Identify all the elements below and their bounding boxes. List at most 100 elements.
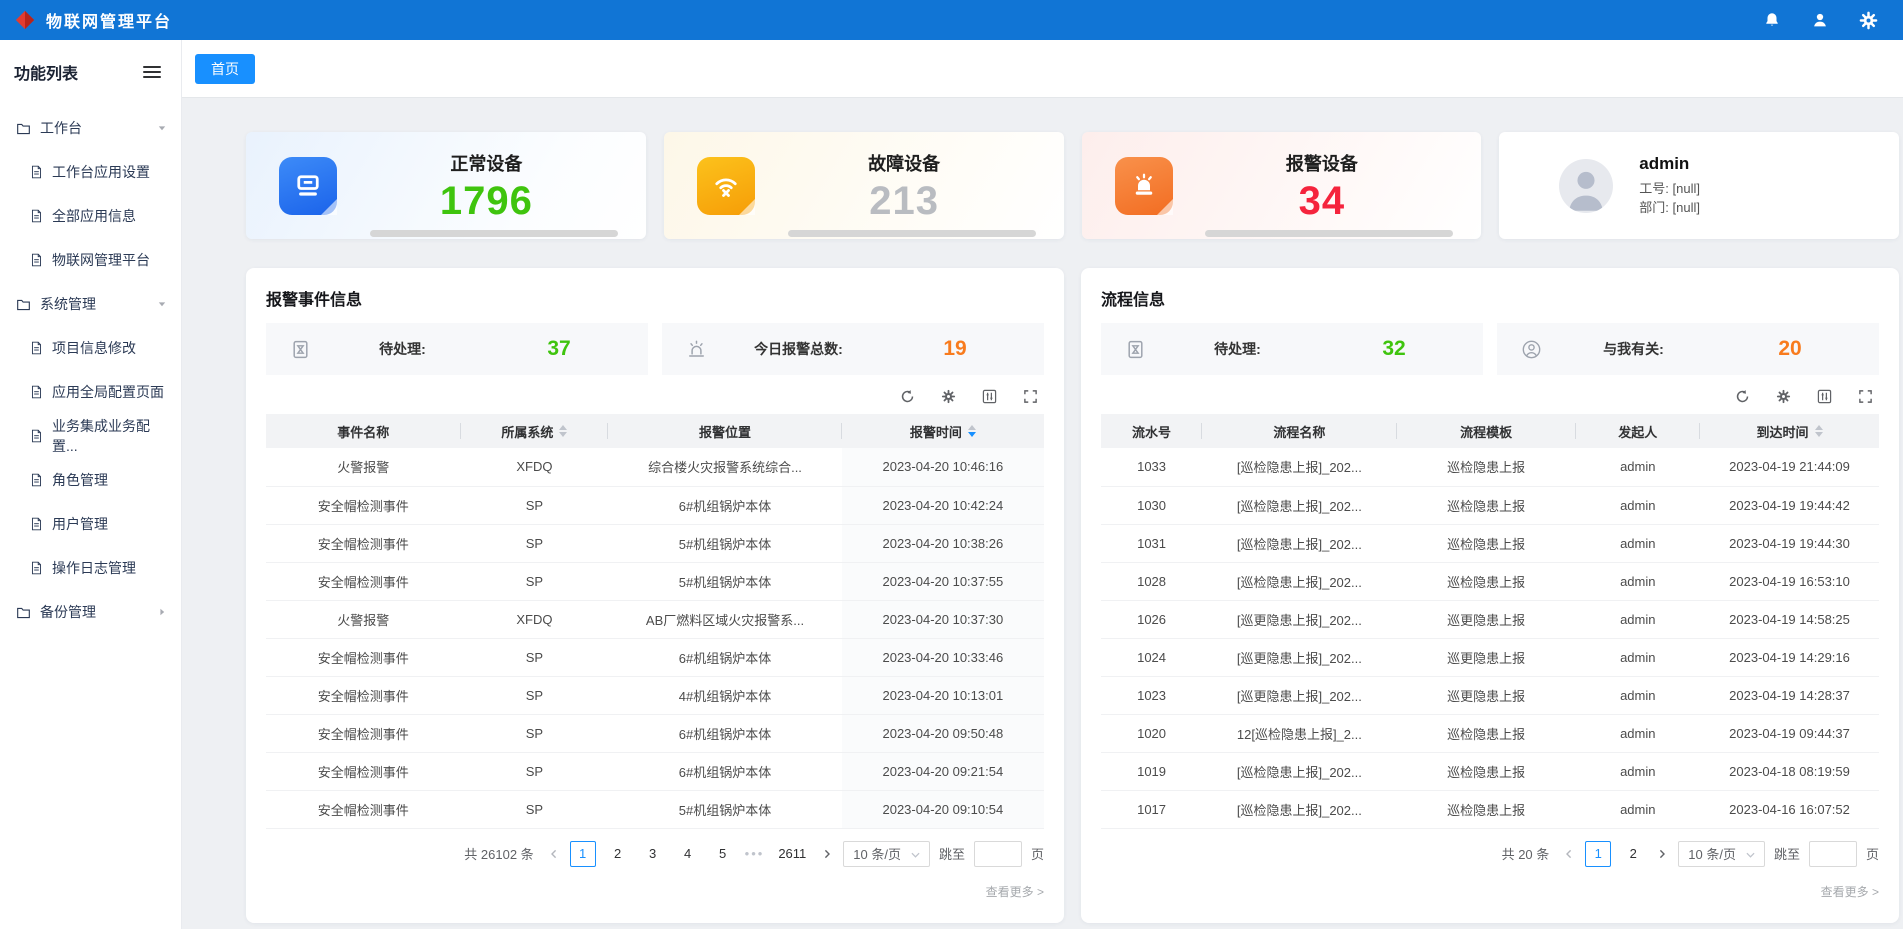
table-row[interactable]: 安全帽检测事件SP6#机组锅炉本体2023-04-20 09:50:48 [266, 714, 1044, 752]
table-row[interactable]: 安全帽检测事件SP6#机组锅炉本体2023-04-20 10:42:24 [266, 486, 1044, 524]
table-row[interactable]: 1033[巡检隐患上报]_202...巡检隐患上报admin2023-04-19… [1101, 448, 1879, 486]
pages-ellipsis[interactable]: ••• [745, 846, 765, 861]
table-row[interactable]: 1031[巡检隐患上报]_202...巡检隐患上报admin2023-04-19… [1101, 524, 1879, 562]
table-settings-gear-icon[interactable] [1776, 389, 1791, 404]
column-settings-icon[interactable] [1817, 389, 1832, 404]
sidebar-item-all-app-info[interactable]: 全部应用信息 [0, 194, 181, 238]
page-button[interactable]: 5 [710, 841, 736, 867]
chevron-down-icon [911, 846, 920, 861]
refresh-icon[interactable] [1735, 389, 1750, 404]
prev-page-icon[interactable] [1562, 849, 1576, 859]
column-header[interactable]: 到达时间 [1700, 414, 1879, 448]
page-button[interactable]: 2611 [773, 841, 811, 867]
sidebar-item-iot-platform[interactable]: 物联网管理平台 [0, 238, 181, 282]
table-row[interactable]: 安全帽检测事件SP5#机组锅炉本体2023-04-20 09:10:54 [266, 790, 1044, 828]
table-row[interactable]: 1024[巡更隐患上报]_202...巡更隐患上报admin2023-04-19… [1101, 638, 1879, 676]
page-size-select[interactable]: 10 条/页 [1678, 841, 1765, 867]
table-row[interactable]: 1023[巡更隐患上报]_202...巡更隐患上报admin2023-04-19… [1101, 676, 1879, 714]
jump-page-input[interactable] [1809, 841, 1857, 867]
table-cell: 1026 [1101, 600, 1202, 638]
page-button[interactable]: 1 [570, 841, 596, 867]
table-row[interactable]: 1026[巡更隐患上报]_202...巡更隐患上报admin2023-04-19… [1101, 600, 1879, 638]
jump-page-input[interactable] [974, 841, 1022, 867]
page-button[interactable]: 1 [1585, 841, 1611, 867]
stat-value: 32 [1329, 337, 1459, 361]
avatar [1559, 159, 1613, 213]
sidebar-item-system-management[interactable]: 系统管理 [0, 282, 181, 326]
table-row[interactable]: 安全帽检测事件SP6#机组锅炉本体2023-04-20 09:21:54 [266, 752, 1044, 790]
table-cell: SP [461, 714, 609, 752]
table-cell: 12[巡检隐患上报]_2... [1202, 714, 1397, 752]
table-row[interactable]: 1019[巡检隐患上报]_202...巡检隐患上报admin2023-04-18… [1101, 752, 1879, 790]
table-cell: 1030 [1101, 486, 1202, 524]
table-row[interactable]: 火警报警XFDQ综合楼火灾报警系统综合...2023-04-20 10:46:1… [266, 448, 1044, 486]
sort-caret-icon[interactable] [1815, 425, 1823, 437]
user-profile-card[interactable]: admin 工号: [null] 部门: [null] [1499, 132, 1899, 239]
notification-bell-icon[interactable] [1759, 7, 1785, 33]
card-scrollbar[interactable] [1205, 230, 1453, 237]
table-cell: 2023-04-20 09:10:54 [842, 790, 1044, 828]
column-header[interactable]: 所属系统 [461, 414, 609, 448]
wifi-offline-icon [697, 157, 755, 215]
table-row[interactable]: 1028[巡检隐患上报]_202...巡检隐患上报admin2023-04-19… [1101, 562, 1879, 600]
table-row[interactable]: 1017[巡检隐患上报]_202...巡检隐患上报admin2023-04-16… [1101, 790, 1879, 828]
refresh-icon[interactable] [900, 389, 915, 404]
page-button[interactable]: 3 [640, 841, 666, 867]
table-cell: 安全帽检测事件 [266, 524, 461, 562]
normal-devices-card[interactable]: 正常设备 1796 [246, 132, 646, 239]
table-cell: 安全帽检测事件 [266, 790, 461, 828]
tab-home[interactable]: 首页 [195, 54, 255, 84]
table-cell: [巡更隐患上报]_202... [1202, 638, 1397, 676]
menu-collapse-icon[interactable] [143, 66, 161, 79]
table-cell: 巡更隐患上报 [1397, 638, 1576, 676]
page-button[interactable]: 2 [605, 841, 631, 867]
next-page-icon[interactable] [1655, 849, 1669, 859]
sidebar-item-backup-management[interactable]: 备份管理 [0, 590, 181, 634]
view-more-link[interactable]: 查看更多 > [266, 883, 1044, 900]
sidebar-item-app-global-config[interactable]: 应用全局配置页面 [0, 370, 181, 414]
sort-caret-icon[interactable] [968, 425, 976, 437]
sidebar-item-project-info-edit[interactable]: 项目信息修改 [0, 326, 181, 370]
table-cell: 2023-04-19 19:44:42 [1700, 486, 1879, 524]
sidebar-item-workbench[interactable]: 工作台 [0, 106, 181, 150]
column-header[interactable]: 报警时间 [842, 414, 1044, 448]
page-size-select[interactable]: 10 条/页 [843, 841, 930, 867]
settings-gear-icon[interactable] [1855, 7, 1881, 33]
sidebar-item-user-management[interactable]: 用户管理 [0, 502, 181, 546]
table-row[interactable]: 安全帽检测事件SP4#机组锅炉本体2023-04-20 10:13:01 [266, 676, 1044, 714]
pagination-total: 共 20 条 [1502, 844, 1550, 863]
alarm-devices-card[interactable]: 报警设备 34 [1082, 132, 1482, 239]
table-cell: 1017 [1101, 790, 1202, 828]
card-scrollbar[interactable] [370, 230, 618, 237]
view-more-link[interactable]: 查看更多 > [1101, 883, 1879, 900]
page-button[interactable]: 2 [1620, 841, 1646, 867]
jump-label: 跳至 [939, 844, 965, 863]
prev-page-icon[interactable] [547, 849, 561, 859]
page-button[interactable]: 4 [675, 841, 701, 867]
table-row[interactable]: 102012[巡检隐患上报]_2...巡检隐患上报admin2023-04-19… [1101, 714, 1879, 752]
card-scrollbar[interactable] [788, 230, 1036, 237]
table-row[interactable]: 安全帽检测事件SP5#机组锅炉本体2023-04-20 10:38:26 [266, 524, 1044, 562]
table-cell: 2023-04-19 14:28:37 [1700, 676, 1879, 714]
user-account-icon[interactable] [1807, 7, 1833, 33]
table-row[interactable]: 1030[巡检隐患上报]_202...巡检隐患上报admin2023-04-19… [1101, 486, 1879, 524]
table-row[interactable]: 安全帽检测事件SP5#机组锅炉本体2023-04-20 10:37:55 [266, 562, 1044, 600]
fullscreen-expand-icon[interactable] [1023, 389, 1038, 404]
fault-devices-card[interactable]: 故障设备 213 [664, 132, 1064, 239]
sidebar-item-operation-log-management[interactable]: 操作日志管理 [0, 546, 181, 590]
sidebar-item-role-management[interactable]: 角色管理 [0, 458, 181, 502]
column-settings-icon[interactable] [982, 389, 997, 404]
table-cell: 1023 [1101, 676, 1202, 714]
profile-department: 部门: [null] [1639, 198, 1700, 217]
sidebar-item-business-integration-config[interactable]: 业务集成业务配置... [0, 414, 181, 458]
table-row[interactable]: 安全帽检测事件SP6#机组锅炉本体2023-04-20 10:33:46 [266, 638, 1044, 676]
sort-caret-icon[interactable] [559, 425, 567, 437]
next-page-icon[interactable] [820, 849, 834, 859]
table-cell: 巡检隐患上报 [1397, 752, 1576, 790]
table-cell: [巡检隐患上报]_202... [1202, 562, 1397, 600]
stat-value: 37 [494, 337, 624, 361]
sidebar-item-workbench-app-settings[interactable]: 工作台应用设置 [0, 150, 181, 194]
fullscreen-expand-icon[interactable] [1858, 389, 1873, 404]
table-settings-gear-icon[interactable] [941, 389, 956, 404]
table-row[interactable]: 火警报警XFDQAB厂燃料区域火灾报警系...2023-04-20 10:37:… [266, 600, 1044, 638]
